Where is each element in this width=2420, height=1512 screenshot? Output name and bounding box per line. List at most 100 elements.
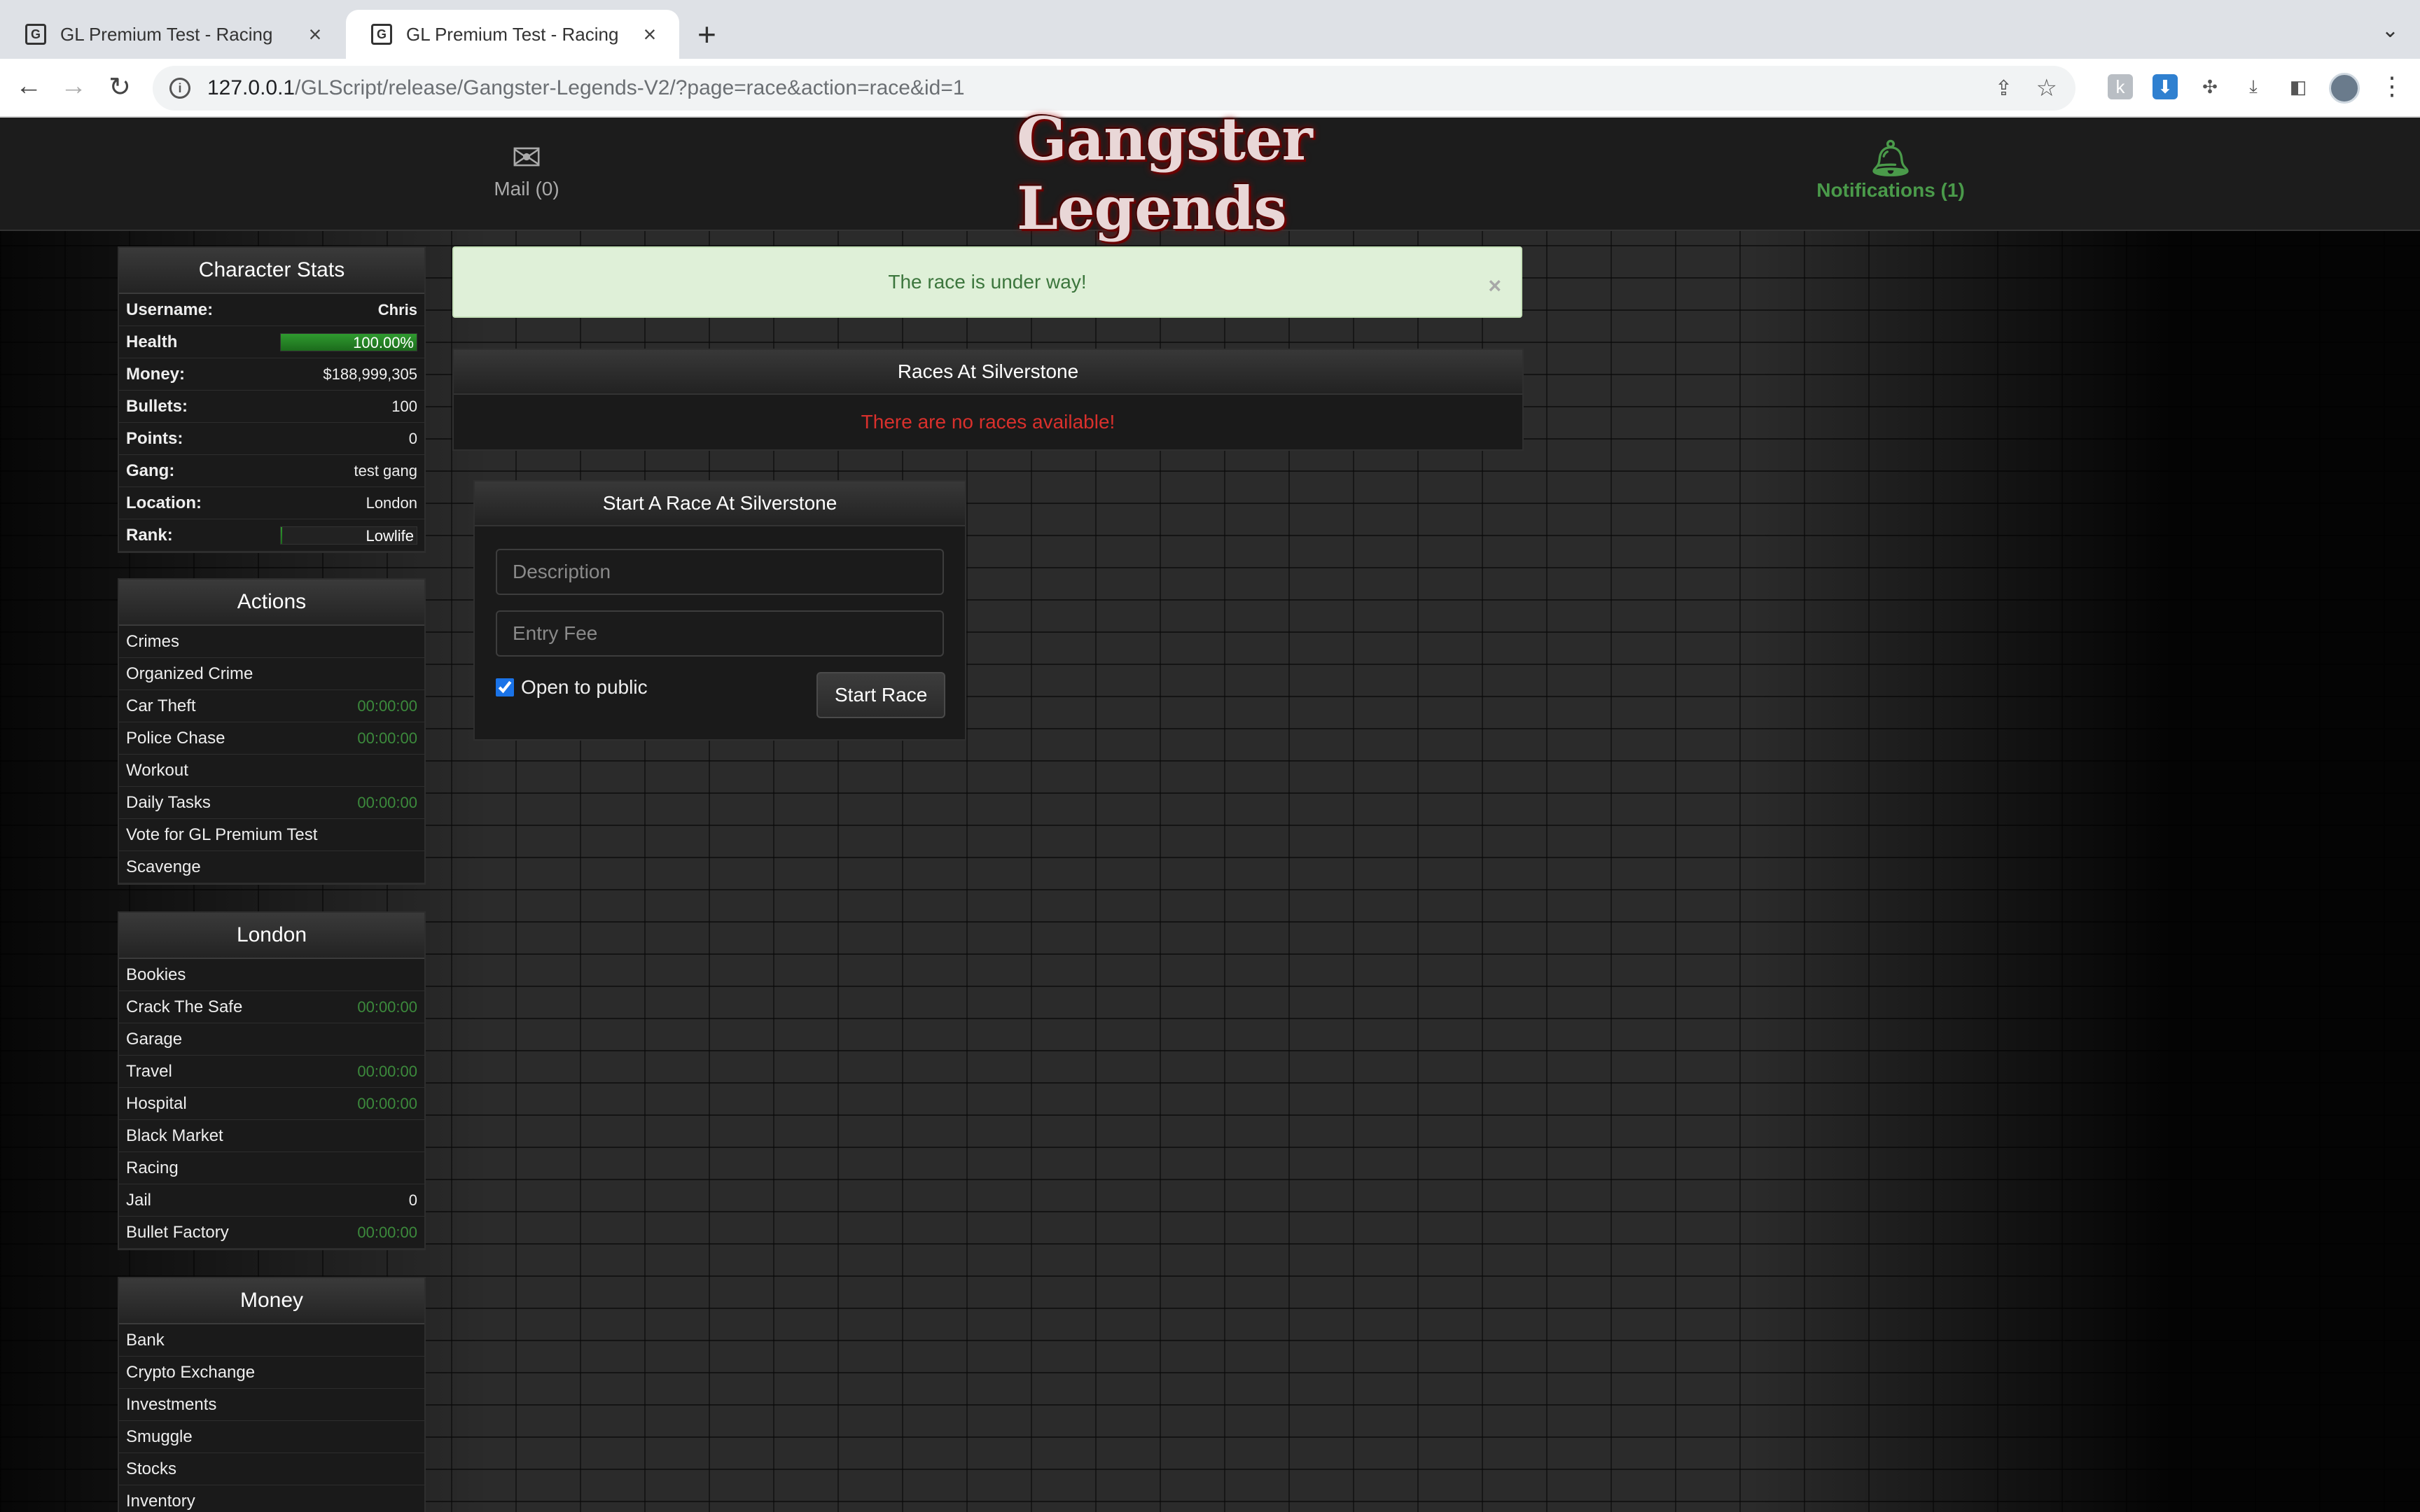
character-stats-panel: Character Stats Username: Chris Health 1… (118, 246, 426, 553)
london-item[interactable]: Racing (119, 1152, 424, 1184)
actions-item[interactable]: Car Theft 00:00:00 (119, 690, 424, 722)
money-item-label: Bank (126, 1330, 165, 1350)
actions-item-value: 00:00:00 (357, 696, 417, 715)
actions-panel: Actions Crimes Organized Crime Car Theft 00… (118, 578, 426, 885)
races-panel: Races At Silverstone There are no races … (452, 349, 1524, 451)
london-item[interactable]: Travel 00:00:00 (119, 1056, 424, 1088)
actions-item[interactable]: Organized Crime (119, 658, 424, 690)
london-item-label: Garage (126, 1029, 183, 1049)
london-item[interactable]: Garage (119, 1023, 424, 1056)
money-item[interactable]: Bank (119, 1324, 424, 1357)
start-race-panel: Start A Race At Silverstone Open to publ… (473, 480, 966, 741)
stat-label: Gang: (126, 461, 175, 480)
stat-gang: Gang: test gang (119, 455, 424, 487)
actions-item-label: Police Chase (126, 728, 225, 748)
money-item[interactable]: Crypto Exchange (119, 1357, 424, 1389)
extension-k-icon[interactable]: k (2108, 74, 2133, 99)
london-item[interactable]: Crack The Safe 00:00:00 (119, 991, 424, 1023)
alert-message: The race is under way! (888, 271, 1087, 293)
stat-label: Rank: (126, 525, 173, 545)
downloads-icon[interactable]: ⤓ (2241, 74, 2266, 99)
tab-close-icon[interactable]: × (302, 22, 328, 48)
profile-avatar[interactable] (2329, 73, 2360, 104)
bookmark-star-icon[interactable]: ☆ (2036, 74, 2057, 102)
share-icon[interactable]: ⇪ (1995, 76, 2012, 101)
money-item[interactable]: Smuggle (119, 1421, 424, 1453)
browser-tab-2[interactable]: G GL Premium Test - Racing × (346, 10, 679, 59)
actions-item[interactable]: Police Chase 00:00:00 (119, 722, 424, 755)
actions-title: Actions (119, 580, 424, 626)
london-item-value: 00:00:00 (357, 997, 417, 1016)
london-title: London (119, 913, 424, 959)
game-header: ✉ Mail (0) Gangster Legends 🔔︎ Notificat… (0, 104, 2420, 243)
london-item-label: Bookies (126, 965, 186, 984)
actions-item-label: Scavenge (126, 857, 201, 876)
back-arrow-icon[interactable]: ← (11, 71, 46, 102)
actions-item[interactable]: Vote for GL Premium Test (119, 819, 424, 851)
reload-icon[interactable]: ↻ (102, 71, 137, 103)
tab-title: GL Premium Test - Racing (60, 23, 273, 45)
stat-label: Health (126, 332, 178, 351)
stat-location: Location: London (119, 487, 424, 519)
forward-arrow-icon[interactable]: → (56, 71, 91, 102)
tab-search-chevron-icon[interactable]: ⌄ (2381, 18, 2399, 43)
london-item[interactable]: Jail 0 (119, 1184, 424, 1217)
actions-item[interactable]: Crimes (119, 626, 424, 658)
description-input[interactable] (496, 549, 944, 595)
stat-points: Points: 0 (119, 423, 424, 455)
stat-value[interactable]: Chris (378, 301, 417, 319)
london-item[interactable]: Bullet Factory 00:00:00 (119, 1217, 424, 1249)
actions-item-label: Car Theft (126, 696, 196, 715)
london-item[interactable]: Bookies (119, 959, 424, 991)
stat-label: Bullets: (126, 396, 188, 416)
site-info-icon[interactable]: i (169, 78, 190, 99)
start-race-button[interactable]: Start Race (816, 672, 946, 718)
open-to-public-checkbox[interactable] (496, 678, 514, 696)
london-item[interactable]: Black Market (119, 1120, 424, 1152)
actions-item[interactable]: Scavenge (119, 851, 424, 883)
health-bar: 100.00% (280, 332, 417, 351)
notifications-link[interactable]: 🔔︎ Notifications (1) (1807, 137, 1975, 202)
london-item-label: Travel (126, 1061, 172, 1081)
money-title: Money (119, 1278, 424, 1324)
alert-close-icon[interactable]: × (1488, 273, 1501, 299)
stat-health: Health 100.00% (119, 326, 424, 358)
new-tab-plus-icon[interactable]: + (697, 15, 716, 53)
actions-item-label: Crimes (126, 631, 179, 651)
extensions-puzzle-icon[interactable]: ✣ (2197, 74, 2223, 99)
money-list: Bank Crypto Exchange Investments Smuggle Sto… (119, 1324, 424, 1512)
entry-fee-input[interactable] (496, 610, 944, 657)
stat-label: Points: (126, 428, 183, 448)
stat-rank: Rank: Lowlife (119, 519, 424, 552)
money-item-label: Crypto Exchange (126, 1362, 256, 1382)
actions-item[interactable]: Workout (119, 755, 424, 787)
london-item-label: Bullet Factory (126, 1222, 229, 1242)
url-host: 127.0.0.1 (207, 76, 295, 99)
money-item-label: Investments (126, 1394, 217, 1414)
stat-label: Username: (126, 300, 214, 319)
tab-close-icon[interactable]: × (637, 22, 662, 48)
stat-bullets: Bullets: 100 (119, 391, 424, 423)
stat-value[interactable]: test gang (354, 462, 417, 480)
site-logo[interactable]: Gangster Legends (1017, 104, 1402, 243)
browser-tab-1[interactable]: G GL Premium Test - Racing × (0, 10, 345, 59)
london-item[interactable]: Hospital 00:00:00 (119, 1088, 424, 1120)
money-item-label: Inventory (126, 1491, 195, 1511)
side-panel-icon[interactable]: ◧ (2286, 74, 2311, 99)
tab-title: GL Premium Test - Racing (406, 23, 619, 45)
stat-money: Money: $188,999,305 (119, 358, 424, 391)
rank-bar-fill (281, 526, 282, 544)
london-item-label: Jail (126, 1190, 152, 1210)
london-item-value: 00:00:00 (357, 1223, 417, 1241)
site-favicon-icon: G (25, 24, 46, 45)
stat-value: 0 (408, 429, 417, 447)
browser-menu-icon[interactable]: ⋮ (2379, 71, 2405, 101)
game-page: ✉ Mail (0) Gangster Legends 🔔︎ Notificat… (0, 104, 2420, 1512)
extension-download-icon[interactable]: ⬇ (2153, 74, 2178, 99)
money-item[interactable]: Stocks (119, 1453, 424, 1485)
mail-link[interactable]: ✉ Mail (0) (490, 139, 563, 200)
money-item[interactable]: Inventory (119, 1485, 424, 1512)
actions-item[interactable]: Daily Tasks 00:00:00 (119, 787, 424, 819)
money-item[interactable]: Investments (119, 1389, 424, 1421)
open-to-public-option[interactable]: Open to public (496, 676, 648, 699)
